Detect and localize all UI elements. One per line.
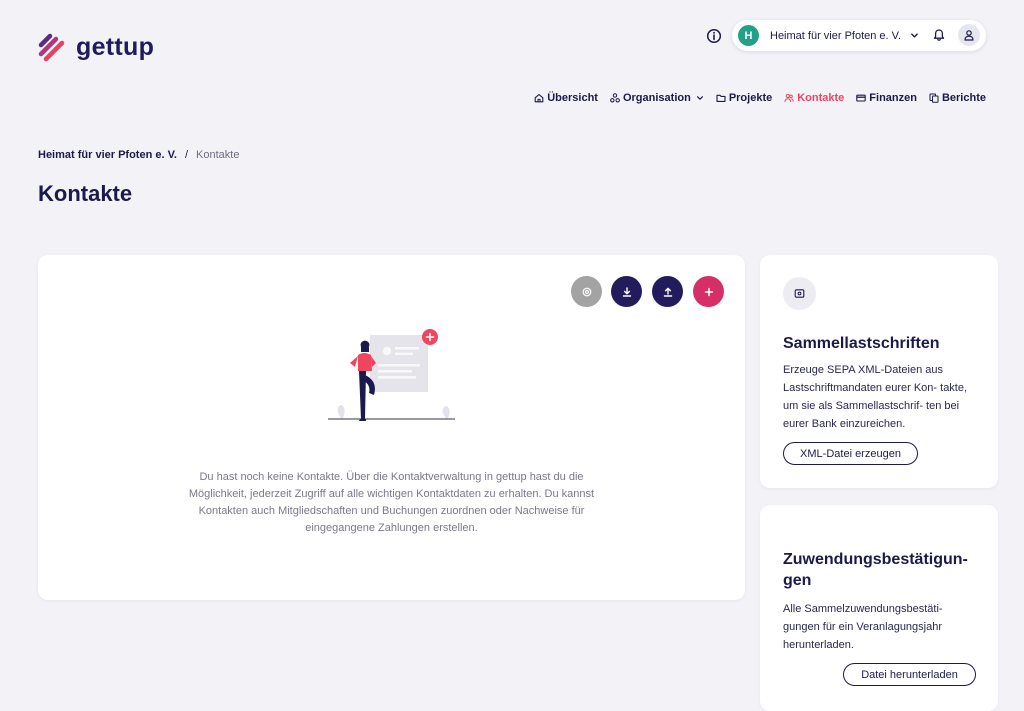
nav-item-organisation[interactable]: Organisation bbox=[610, 92, 704, 104]
nav-item-uebersicht[interactable]: Übersicht bbox=[534, 92, 598, 104]
upload-icon bbox=[663, 287, 672, 297]
nav-label-projekte: Projekte bbox=[728, 92, 773, 104]
zuwendungsbestaetigungen-description: Alle Sammelzuwendungsbestäti- gungen für… bbox=[783, 603, 943, 651]
empty-state-illustration bbox=[328, 329, 455, 421]
main-navigation: Übersicht Organisation Projekte Kontakte bbox=[534, 92, 986, 104]
nav-label-berichte: Berichte bbox=[941, 92, 986, 104]
org-name: Heimat für vier Pfoten e. V. bbox=[770, 29, 902, 42]
zuwendungsbestaetigungen-title: Zuwendungsbestätigun- gen bbox=[783, 551, 968, 589]
zuwendungsbestaetigungen-card: Zuwendungsbestätigun- gen Alle Sammelzuw… bbox=[760, 505, 998, 711]
add-contact-button[interactable] bbox=[693, 276, 724, 307]
nav-label-organisation: Organisation bbox=[622, 92, 691, 104]
nav-item-finanzen[interactable]: Finanzen bbox=[856, 92, 917, 104]
card-icon bbox=[856, 94, 867, 102]
nav-item-berichte[interactable]: Berichte bbox=[929, 92, 986, 104]
nav-item-projekte[interactable]: Projekte bbox=[716, 92, 772, 104]
sammellastschriften-description: Erzeuge SEPA XML-Dateien aus Lastschrift… bbox=[783, 364, 968, 430]
report-icon bbox=[929, 93, 939, 103]
user-menu-button[interactable] bbox=[958, 24, 980, 46]
breadcrumb: Heimat für vier Pfoten e. V. / Kontakte bbox=[38, 149, 239, 161]
xml-create-button[interactable]: XML-Datei erzeugen bbox=[783, 442, 918, 465]
app-logo[interactable]: gettup bbox=[38, 32, 154, 62]
breadcrumb-current: Kontakte bbox=[196, 149, 240, 161]
nav-item-kontakte[interactable]: Kontakte bbox=[784, 92, 844, 104]
sammellastschriften-title: Sammellastschriften bbox=[783, 335, 940, 352]
page-title: Kontakte bbox=[38, 181, 133, 206]
upload-button[interactable] bbox=[652, 276, 683, 307]
breadcrumb-separator: / bbox=[184, 149, 189, 161]
organisation-icon bbox=[610, 93, 620, 103]
bell-icon[interactable] bbox=[932, 28, 946, 42]
gettup-logo-icon bbox=[38, 33, 65, 62]
nav-label-kontakte: Kontakte bbox=[797, 92, 845, 104]
user-icon bbox=[964, 30, 974, 41]
nav-label-uebersicht: Übersicht bbox=[547, 92, 598, 104]
download-button[interactable] bbox=[611, 276, 642, 307]
account-switcher[interactable]: H Heimat für vier Pfoten e. V. bbox=[732, 20, 986, 51]
chevron-down-icon bbox=[696, 96, 703, 101]
contacts-panel: Du hast noch keine Kontakte. Über die Ko… bbox=[38, 255, 745, 600]
logo-text: gettup bbox=[76, 32, 155, 61]
home-icon bbox=[534, 93, 544, 103]
folder-icon bbox=[716, 94, 726, 102]
direct-debit-icon bbox=[783, 277, 816, 310]
contacts-icon bbox=[784, 93, 794, 103]
chevron-down-icon bbox=[911, 33, 918, 38]
sammellastschriften-card: Sammellastschriften Erzeuge SEPA XML-Dat… bbox=[760, 255, 998, 488]
info-icon[interactable] bbox=[706, 28, 722, 44]
nav-label-finanzen: Finanzen bbox=[869, 92, 917, 104]
file-download-button[interactable]: Datei herunterladen bbox=[843, 663, 976, 686]
breadcrumb-parent-link[interactable]: Heimat für vier Pfoten e. V. bbox=[38, 149, 177, 161]
plus-icon bbox=[704, 287, 713, 296]
settings-icon bbox=[582, 287, 591, 296]
empty-state-text: Du hast noch keine Kontakte. Über die Ko… bbox=[188, 471, 595, 534]
org-avatar: H bbox=[738, 25, 759, 46]
download-icon bbox=[622, 286, 631, 297]
settings-button[interactable] bbox=[571, 276, 602, 307]
